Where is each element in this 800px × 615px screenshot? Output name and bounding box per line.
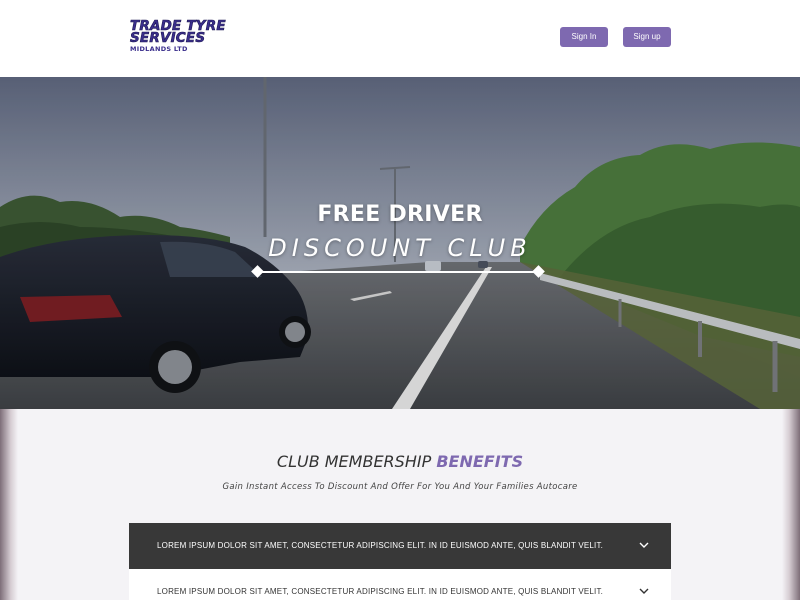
hero-subtitle: DISCOUNT CLUB <box>268 234 532 262</box>
hero-title: FREE DRIVER <box>317 202 483 227</box>
company-logo[interactable]: TRADE TYRE SERVICES MIDLANDS LTD <box>130 19 245 58</box>
benefits-heading-highlight: BENEFITS <box>436 452 524 471</box>
hero-divider-line <box>258 271 538 273</box>
membership-benefits-section: CLUB MEMBERSHIP BENEFITS Gain Instant Ac… <box>0 409 800 615</box>
chevron-down-icon[interactable] <box>639 586 649 596</box>
logo-line-2: SERVICES <box>130 30 206 46</box>
chevron-down-icon[interactable] <box>639 540 649 550</box>
benefits-subtitle: Gain Instant Access To Discount And Offe… <box>222 482 578 492</box>
sign-in-button[interactable]: Sign In <box>560 27 608 47</box>
hero-banner: FREE DRIVER DISCOUNT CLUB <box>0 77 800 409</box>
sign-up-button[interactable]: Sign up <box>623 27 671 47</box>
right-shade <box>782 409 800 600</box>
accordion-item-text: LOREM IPSUM DOLOR SIT AMET, CONSECTETUR … <box>157 587 604 596</box>
site-header: TRADE TYRE SERVICES MIDLANDS LTD Sign In… <box>0 0 800 77</box>
benefits-heading: CLUB MEMBERSHIP BENEFITS <box>0 452 800 471</box>
logo-line-3: MIDLANDS LTD <box>130 45 188 53</box>
accordion-item[interactable]: LOREM IPSUM DOLOR SIT AMET, CONSECTETUR … <box>129 569 671 615</box>
accordion-item-text: LOREM IPSUM DOLOR SIT AMET, CONSECTETUR … <box>157 541 604 550</box>
left-shade <box>0 409 18 600</box>
benefits-heading-prefix: CLUB MEMBERSHIP <box>276 452 432 471</box>
accordion-item[interactable]: LOREM IPSUM DOLOR SIT AMET, CONSECTETUR … <box>129 523 671 569</box>
